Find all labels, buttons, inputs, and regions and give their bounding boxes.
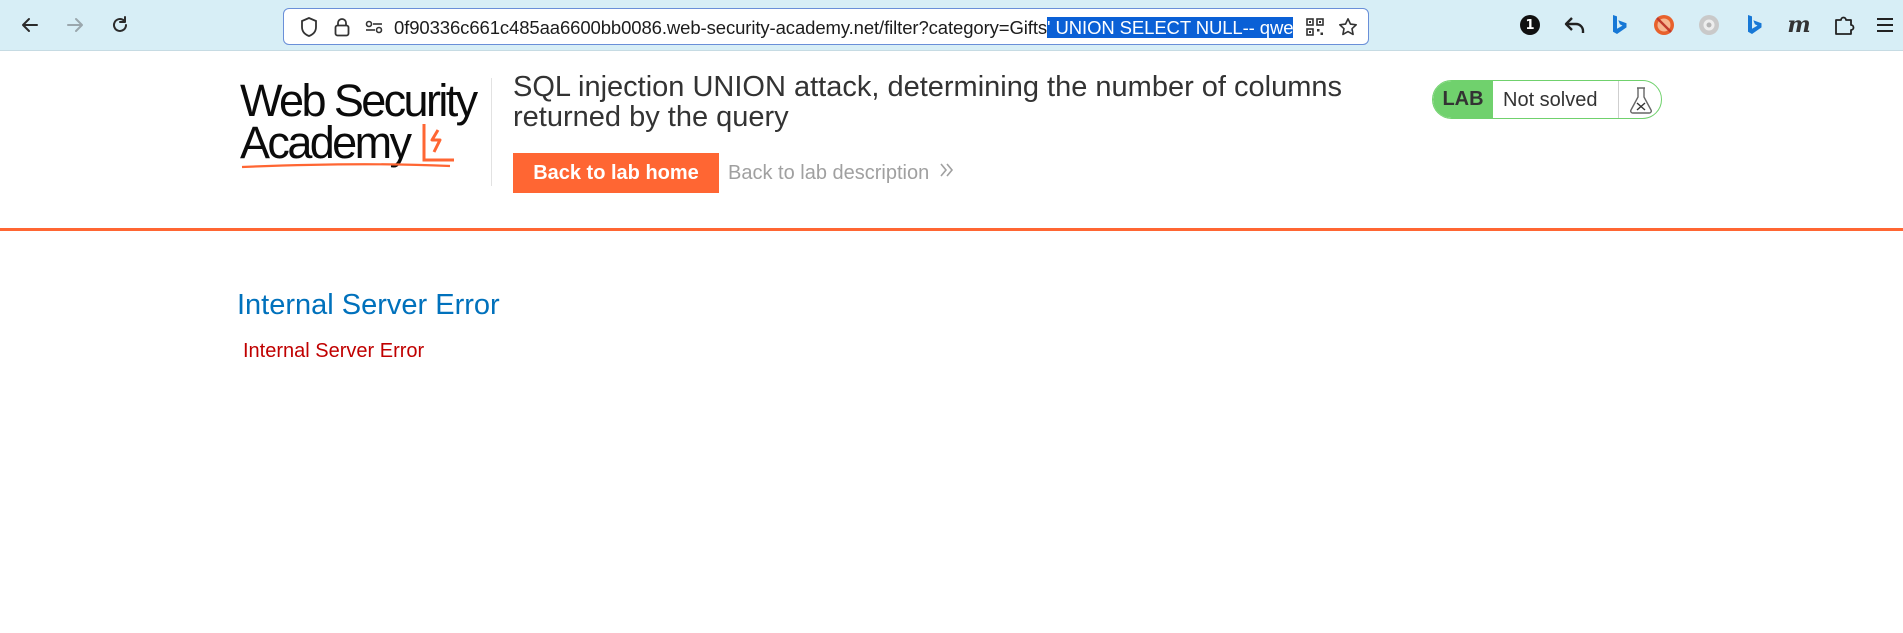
logo-line-2: Academy [240,117,412,168]
header-divider [491,78,492,186]
shield-icon[interactable] [298,16,320,38]
url-bar[interactable]: 0f90336c661c485aa6600bb0086.web-security… [283,8,1369,45]
logo-underline [241,163,451,169]
lab-status-separator [1618,81,1619,118]
grey-extension-icon[interactable] [1696,12,1722,38]
lock-icon[interactable] [331,16,353,38]
password-manager-badge: 1 [1525,17,1535,33]
menu-icon[interactable] [1872,12,1898,38]
flask-icon [1630,87,1652,114]
lab-status-text: Not solved [1503,89,1598,111]
url-selected-text: ' UNION SELECT NULL-- qwe [1047,17,1294,38]
header-separator-line [0,228,1903,231]
logo-lightning-icon [422,124,454,162]
bookmark-star-icon[interactable] [1337,16,1359,38]
blocked-extension-icon[interactable] [1651,12,1677,38]
lab-title: SQL injection UNION attack, determining … [513,71,1343,133]
url-text[interactable]: 0f90336c661c485aa6600bb0086.web-security… [394,17,1294,38]
forward-icon[interactable] [60,10,90,40]
browser-toolbar: 0f90336c661c485aa6600bb0086.web-security… [0,0,1903,51]
permissions-icon[interactable] [363,16,385,38]
password-manager-icon[interactable]: 1 [1517,12,1543,38]
url-prefix: 0f90336c661c485aa6600bb0086.web-security… [394,17,1048,38]
lab-tag: LAB [1433,81,1493,118]
error-heading: Internal Server Error [237,289,500,321]
undo-arrow-icon[interactable] [1562,12,1588,38]
bing-icon[interactable] [1606,12,1632,38]
web-security-academy-logo[interactable]: Web Security Academy [240,78,490,170]
qr-code-icon[interactable] [1304,16,1326,38]
reload-icon[interactable] [105,10,135,40]
double-chevron-right-icon[interactable] [938,160,956,184]
error-message: Internal Server Error [243,340,425,362]
extensions-puzzle-icon[interactable] [1831,12,1857,38]
lab-status-widget: LAB Not solved [1432,80,1662,119]
bing-icon-2[interactable] [1741,12,1767,38]
m-extension-icon[interactable]: m [1786,12,1812,38]
back-to-lab-description-link[interactable]: Back to lab description [728,162,929,185]
back-to-lab-home-button[interactable]: Back to lab home [513,153,719,193]
back-icon[interactable] [15,10,45,40]
